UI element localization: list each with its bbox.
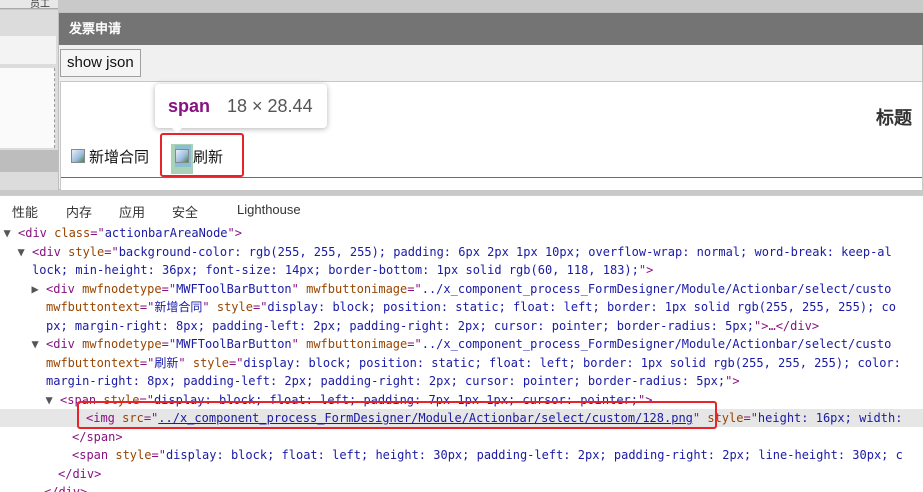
code-token: <div [46, 281, 83, 296]
code-token: =" [161, 337, 177, 351]
background-left-strip [0, 150, 58, 172]
add-contract-label: 新增合同 [89, 148, 150, 166]
code-token: =" [151, 448, 166, 462]
form-title: 标题 [876, 108, 912, 128]
dom-node-line[interactable]: margin-right: 8px; padding-left: 2px; pa… [0, 372, 740, 390]
inspect-tooltip: span 18 × 28.44 [155, 84, 327, 128]
collapse-arrow-icon[interactable]: ▼ [0, 391, 60, 409]
actionbar-border [61, 177, 922, 178]
code-token: "> [227, 226, 242, 240]
code-token: display: block; float: left; height: 30p… [165, 448, 903, 462]
code-token: actionbarAreaNode [104, 226, 228, 240]
code-token: <div [32, 244, 69, 259]
code-token: </div> [44, 485, 88, 492]
tooltip-size: 18 × 28.44 [227, 96, 313, 116]
code-token: style [68, 244, 105, 259]
code-token: ../x_component_process_FormDesigner/Modu… [421, 337, 892, 351]
code-token: <div [46, 337, 83, 351]
background-tab[interactable]: 员工 [0, 0, 58, 9]
tab-performance[interactable]: 性能 [12, 202, 38, 221]
code-token: =" [90, 226, 105, 240]
code-token: <span [72, 448, 116, 462]
code-token: ">…</div> [754, 318, 820, 333]
code-token: " [202, 300, 217, 314]
dom-node-line[interactable]: mwfbuttontext="新增合同" style="display: blo… [0, 298, 896, 316]
annotation-box-refresh [160, 133, 244, 177]
code-token: =" [104, 244, 119, 259]
code-token: mwfnodetype [82, 281, 162, 296]
code-token: 新增合同 [154, 300, 203, 314]
code-token: MWFToolBarButton [176, 337, 292, 351]
code-token: =" [161, 281, 177, 296]
dialog-title[interactable]: 发票申请 [59, 13, 923, 45]
code-token: "> [638, 263, 654, 277]
code-token: MWFToolBarButton [176, 281, 292, 296]
dom-node-line[interactable]: </span> [0, 428, 123, 446]
code-token: =" [139, 355, 155, 370]
background-tab-label: 员工 [30, 0, 50, 9]
code-token: "> [725, 374, 740, 388]
code-token: ../x_component_process_FormDesigner/Modu… [421, 281, 892, 296]
code-token: =" [139, 300, 155, 314]
expand-arrow-icon[interactable]: ▶ [0, 280, 46, 298]
code-token: style [216, 300, 253, 314]
add-contract-button[interactable]: 新增合同 [71, 145, 149, 167]
dom-node-line[interactable]: ▼ <div style="background-color: rgb(255,… [0, 243, 892, 261]
code-token: <div [18, 226, 55, 240]
code-token: </div> [58, 466, 102, 481]
devtools-tab-bar: 性能 内存 应用 安全 Lighthouse [0, 195, 923, 223]
elements-tree: ▼ <div class="actionbarAreaNode"> ▼ <div … [0, 222, 923, 492]
code-token: mwfnodetype [82, 337, 162, 351]
code-token: style [115, 448, 152, 462]
code-token: mwfbuttontext [46, 355, 140, 370]
code-token: px; margin-right: 8px; padding-left: 2px… [46, 318, 755, 333]
code-token: mwfbuttonimage [306, 281, 408, 296]
code-token: =" [252, 300, 268, 314]
code-token: </span> [72, 429, 123, 444]
tooltip-tag: span [168, 96, 211, 116]
dom-node-line[interactable]: ▼ <div class="actionbarAreaNode"> [0, 224, 242, 242]
code-token: " [291, 281, 307, 296]
code-token: " [291, 337, 307, 351]
image-icon [71, 149, 85, 163]
collapse-arrow-icon[interactable]: ▼ [0, 335, 46, 353]
background-left-content [0, 68, 55, 148]
code-token: 刷新 [154, 355, 179, 370]
dom-node-line[interactable]: </div> [0, 483, 87, 492]
code-token: display: block; position: static; float:… [267, 300, 896, 314]
annotation-box-img [77, 401, 717, 429]
code-token: " [178, 355, 193, 370]
code-token: class [54, 226, 91, 240]
dom-node-line[interactable]: lock; min-height: 36px; font-size: 14px;… [0, 261, 653, 279]
collapse-arrow-icon[interactable]: ▼ [0, 243, 32, 261]
show-json-button[interactable]: show json [60, 49, 141, 77]
code-token: mwfbuttontext [46, 300, 140, 314]
tab-memory[interactable]: 内存 [66, 202, 92, 221]
code-token: =" [407, 337, 422, 351]
tooltip-arrow [170, 126, 184, 133]
code-token: =" [407, 281, 422, 296]
code-token: height: 16px; width: [757, 411, 903, 425]
code-token: display: block; position: static; float:… [243, 355, 901, 370]
code-token: mwfbuttonimage [306, 337, 408, 351]
tab-lighthouse[interactable]: Lighthouse [237, 202, 301, 217]
code-token: =" [743, 411, 758, 425]
background-left-toolbar [0, 36, 56, 64]
dom-node-line[interactable]: mwfbuttontext="刷新" style="display: block… [0, 354, 901, 372]
collapse-arrow-icon[interactable]: ▼ [0, 224, 18, 242]
code-token: background-color: rgb(255, 255, 255); pa… [118, 244, 892, 259]
code-token: lock; min-height: 36px; font-size: 14px;… [32, 263, 639, 277]
dom-node-line[interactable]: <span style="display: block; float: left… [0, 446, 903, 464]
tab-application[interactable]: 应用 [119, 202, 145, 221]
tab-security[interactable]: 安全 [172, 202, 198, 221]
code-token: margin-right: 8px; padding-left: 2px; pa… [46, 374, 726, 388]
dom-node-line[interactable]: px; margin-right: 8px; padding-left: 2px… [0, 317, 819, 335]
dom-node-line[interactable]: ▶ <div mwfnodetype="MWFToolBarButton" mw… [0, 280, 892, 298]
dom-node-line[interactable]: ▼ <div mwfnodetype="MWFToolBarButton" mw… [0, 335, 892, 353]
code-token: =" [228, 355, 244, 370]
code-token: style [192, 355, 229, 370]
dom-node-line[interactable]: </div> [0, 465, 101, 483]
